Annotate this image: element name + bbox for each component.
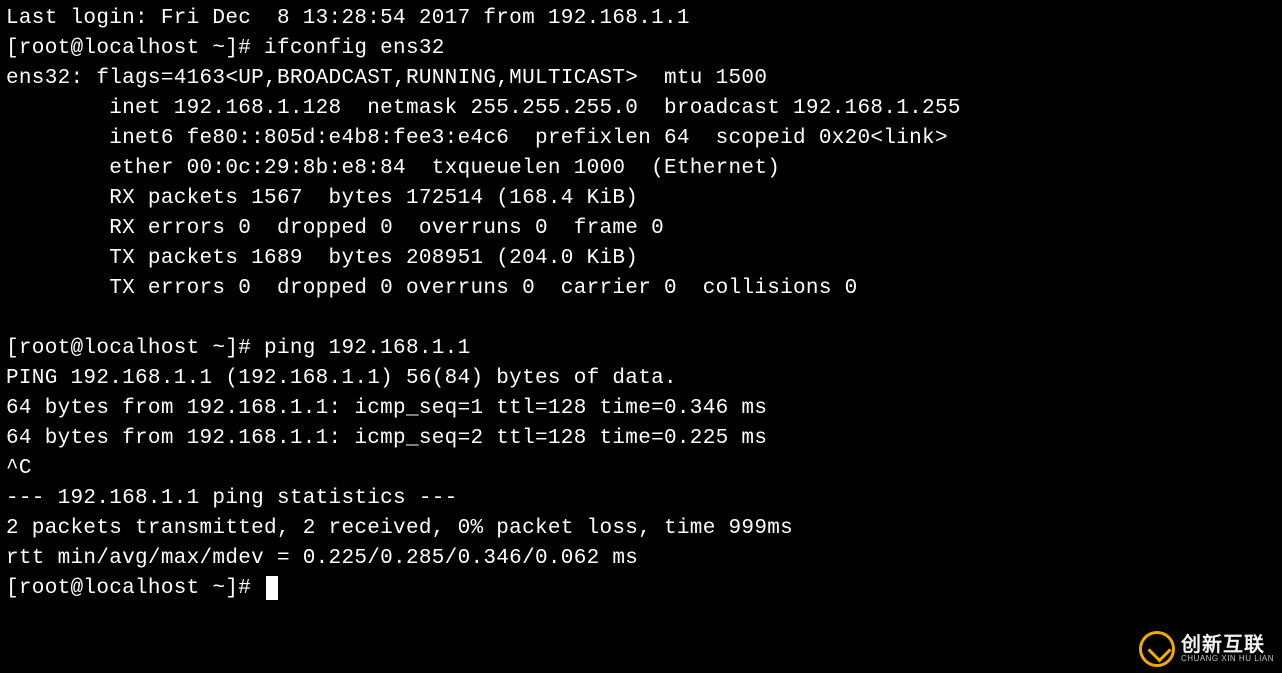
terminal-line: 2 packets transmitted, 2 received, 0% pa… xyxy=(6,517,793,540)
watermark-logo-icon xyxy=(1139,631,1175,667)
terminal-line: ether 00:0c:29:8b:e8:84 txqueuelen 1000 … xyxy=(6,157,780,180)
watermark-main: 创新互联 xyxy=(1181,635,1274,655)
terminal-line: TX packets 1689 bytes 208951 (204.0 KiB) xyxy=(6,247,638,270)
cursor-block xyxy=(266,576,278,600)
terminal-line: RX errors 0 dropped 0 overruns 0 frame 0 xyxy=(6,217,664,240)
terminal-line: ^C xyxy=(6,457,32,480)
terminal-line: rtt min/avg/max/mdev = 0.225/0.285/0.346… xyxy=(6,547,638,570)
terminal-line: inet6 fe80::805d:e4b8:fee3:e4c6 prefixle… xyxy=(6,127,948,150)
terminal-line: [root@localhost ~]# ping 192.168.1.1 xyxy=(6,337,470,360)
terminal-line: Last login: Fri Dec 8 13:28:54 2017 from… xyxy=(6,7,690,30)
terminal-line: PING 192.168.1.1 (192.168.1.1) 56(84) by… xyxy=(6,367,677,390)
watermark-text: 创新互联 CHUANG XIN HU LIAN xyxy=(1181,635,1274,663)
terminal-output[interactable]: Last login: Fri Dec 8 13:28:54 2017 from… xyxy=(0,0,1282,608)
terminal-line: inet 192.168.1.128 netmask 255.255.255.0… xyxy=(6,97,961,120)
watermark: 创新互联 CHUANG XIN HU LIAN xyxy=(1139,631,1274,667)
terminal-line: ens32: flags=4163<UP,BROADCAST,RUNNING,M… xyxy=(6,67,767,90)
terminal-prompt-line: [root@localhost ~]# xyxy=(6,577,264,600)
terminal-line: TX errors 0 dropped 0 overruns 0 carrier… xyxy=(6,277,858,300)
terminal-line: [root@localhost ~]# ifconfig ens32 xyxy=(6,37,445,60)
terminal-line: RX packets 1567 bytes 172514 (168.4 KiB) xyxy=(6,187,638,210)
watermark-sub: CHUANG XIN HU LIAN xyxy=(1181,655,1274,663)
terminal-line: 64 bytes from 192.168.1.1: icmp_seq=1 tt… xyxy=(6,397,767,420)
terminal-line: --- 192.168.1.1 ping statistics --- xyxy=(6,487,458,510)
terminal-line: 64 bytes from 192.168.1.1: icmp_seq=2 tt… xyxy=(6,427,767,450)
